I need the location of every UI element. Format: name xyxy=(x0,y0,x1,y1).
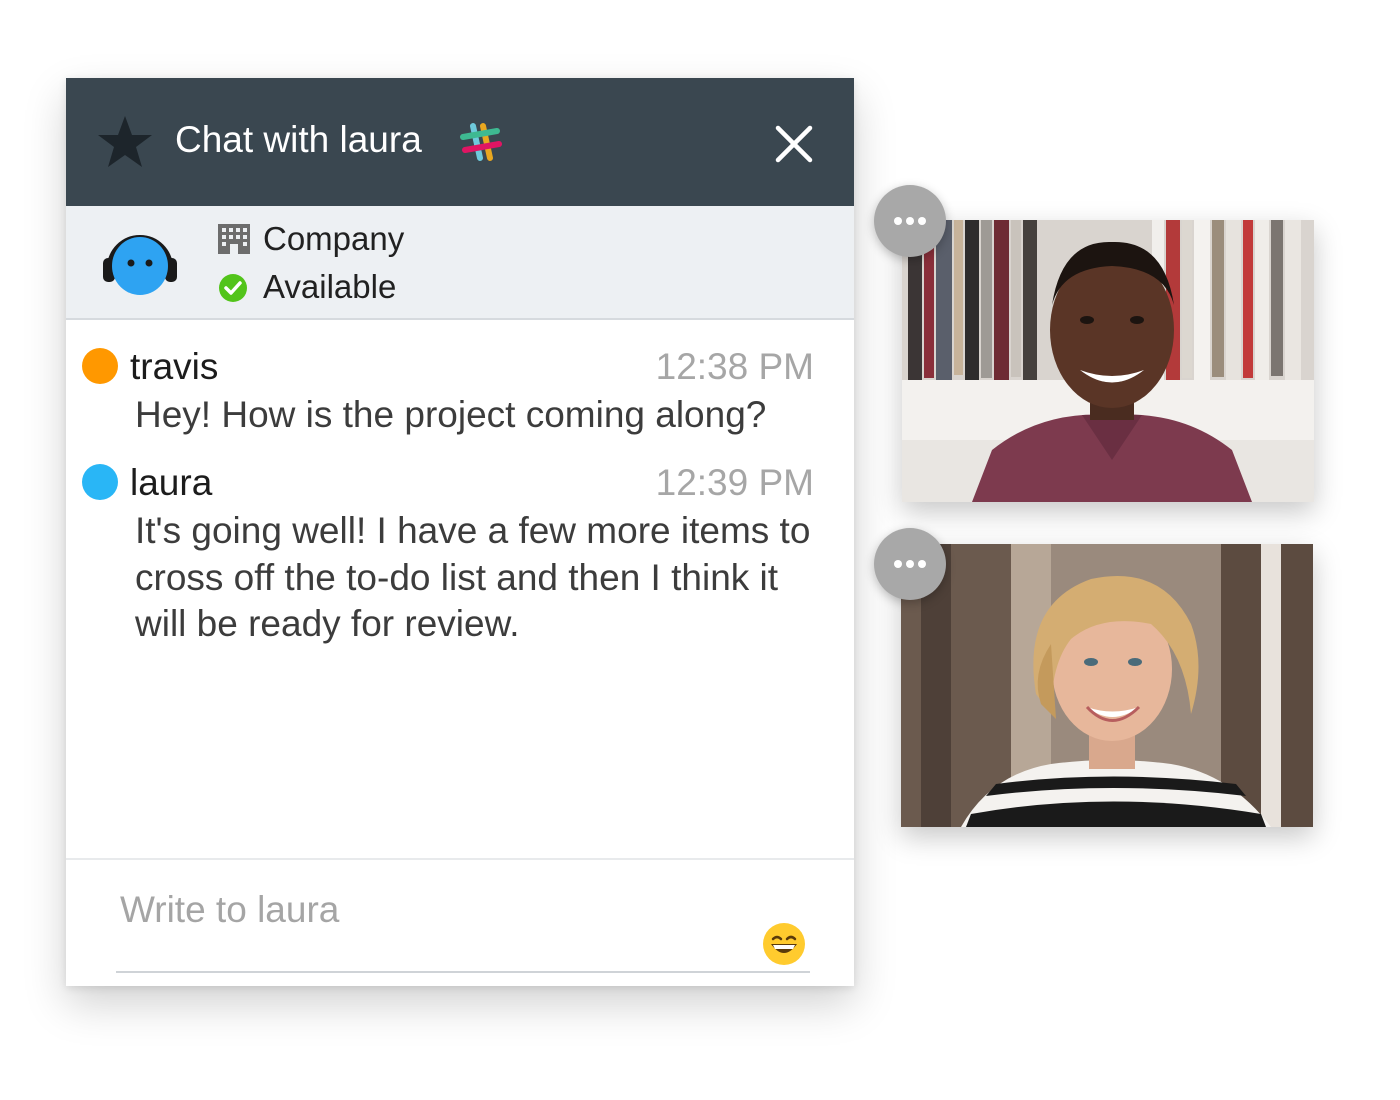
message-author: laura xyxy=(130,462,213,503)
grinning-emoji-icon[interactable] xyxy=(762,922,806,966)
message-composer xyxy=(66,858,854,988)
close-icon[interactable] xyxy=(774,124,814,164)
participant-video-laura xyxy=(901,544,1313,827)
author-color-dot xyxy=(82,348,118,384)
more-options-button[interactable] xyxy=(874,528,946,600)
video-tile-travis xyxy=(902,220,1314,502)
presence-status: Available xyxy=(263,268,397,305)
contact-info-bar: Company Available xyxy=(66,206,854,320)
message-input[interactable] xyxy=(116,880,754,940)
headset-bot-icon xyxy=(103,235,177,295)
chat-header: Chat with laura xyxy=(66,78,854,206)
author-color-dot xyxy=(82,464,118,500)
chat-window: Chat with laura Company Available travis… xyxy=(66,78,854,986)
star-icon[interactable] xyxy=(96,114,154,170)
composer-underline xyxy=(116,971,810,973)
more-options-button[interactable] xyxy=(874,185,946,257)
message-time: 12:38 PM xyxy=(655,346,814,387)
message-list: travis 12:38 PM Hey! How is the project … xyxy=(66,320,854,858)
building-icon xyxy=(218,224,250,254)
message-author: travis xyxy=(130,346,219,387)
participant-video-travis xyxy=(902,220,1314,502)
company-name: Company xyxy=(263,220,405,257)
message-time: 12:39 PM xyxy=(655,462,814,503)
message-text: Hey! How is the project coming along? xyxy=(135,394,767,435)
slack-icon xyxy=(460,123,502,161)
message-text: It's going well! I have a few more items… xyxy=(135,510,811,644)
chat-title: Chat with laura xyxy=(175,119,422,160)
available-check-icon xyxy=(219,274,247,302)
video-tile-laura xyxy=(901,544,1313,827)
